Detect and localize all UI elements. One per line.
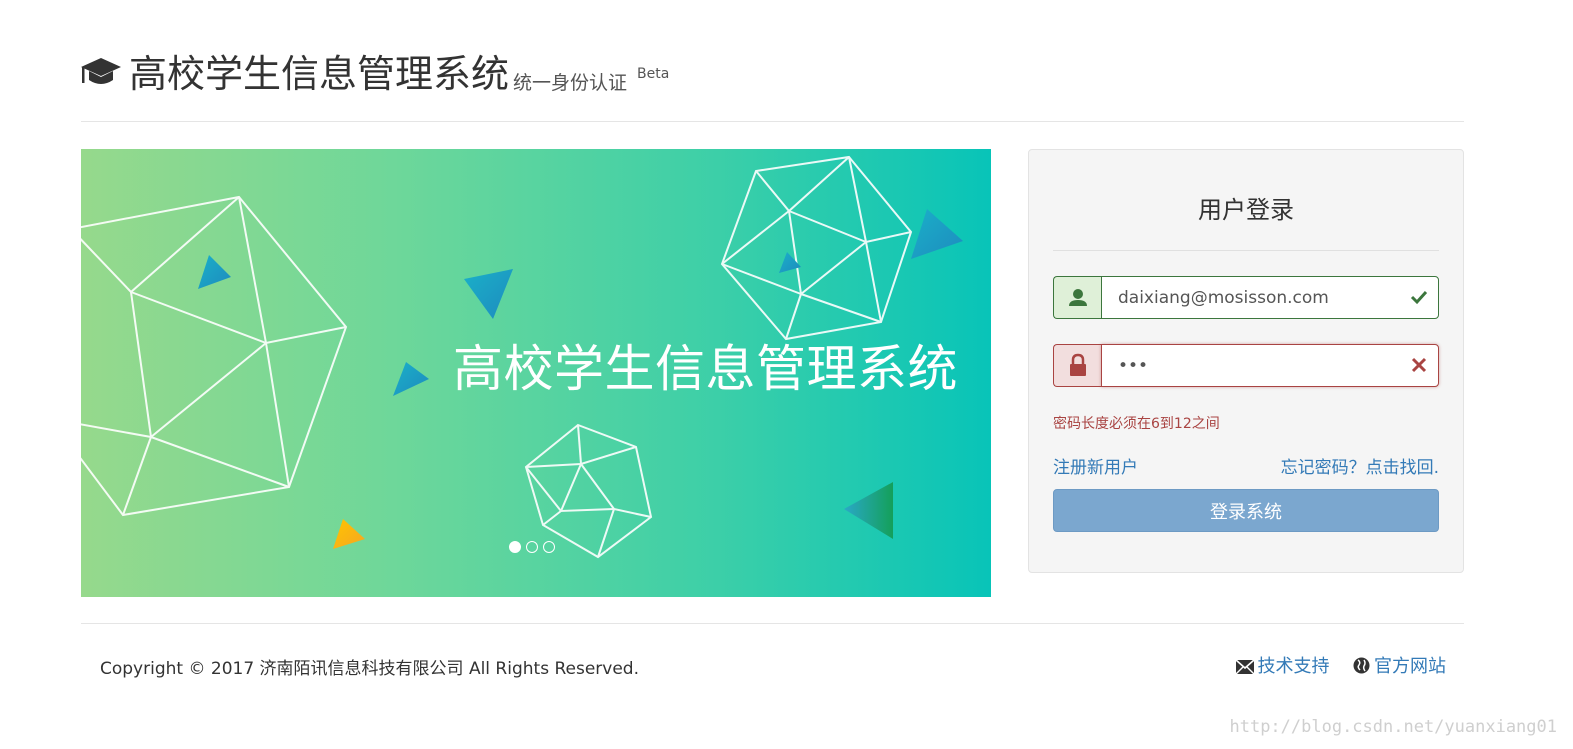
beta-badge: Beta [637,66,670,82]
user-icon [1069,289,1087,306]
carousel-dot-3[interactable] [543,541,555,553]
envelope-icon [1234,659,1255,675]
login-title: 用户登录 [1198,196,1294,224]
page-footer: Copyright © 2017 济南陌讯信息科技有限公司 All Rights… [81,623,1464,704]
page-subtitle: 统一身份认证 [513,72,628,94]
login-divider [1053,250,1439,251]
check-icon [1410,290,1428,305]
website-link[interactable]: 官方网站 [1374,656,1446,677]
lock-icon [1070,353,1086,376]
login-button[interactable]: 登录系统 [1053,489,1439,532]
banner-title: 高校学生信息管理系统 [453,340,958,398]
username-group [1053,276,1439,319]
copyright-text: Copyright © 2017 济南陌讯信息科技有限公司 All Rights… [100,659,639,679]
footer-links: 技术支持 官方网站 [1234,652,1446,678]
carousel-dot-2[interactable] [526,541,538,553]
graduation-cap-icon [81,58,121,84]
times-icon [1411,357,1427,373]
username-addon [1053,276,1101,319]
forgot-password-link[interactable]: 忘记密码？点击找回. [1281,453,1439,478]
carousel-banner[interactable]: 高校学生信息管理系统 [81,149,991,597]
watermark: http://blog.csdn.net/yuanxiang01 [1229,717,1557,737]
carousel-dot-1[interactable] [509,541,521,553]
login-panel: 用户登录 密码长度必须在6到12之间 注册新用户 忘记密码？点击找 [1028,149,1464,573]
support-link[interactable]: 技术支持 [1258,656,1330,677]
page-header: 高校学生信息管理系统 统一身份认证 Beta [81,40,1464,122]
password-error-message: 密码长度必须在6到12之间 [1053,416,1220,432]
page-title: 高校学生信息管理系统 [129,52,510,96]
password-input[interactable] [1101,344,1439,387]
username-input[interactable] [1101,276,1439,319]
carousel-indicators [509,538,560,557]
globe-icon [1353,657,1370,674]
password-addon [1053,344,1101,387]
password-group [1053,344,1439,387]
register-link[interactable]: 注册新用户 [1053,453,1138,478]
